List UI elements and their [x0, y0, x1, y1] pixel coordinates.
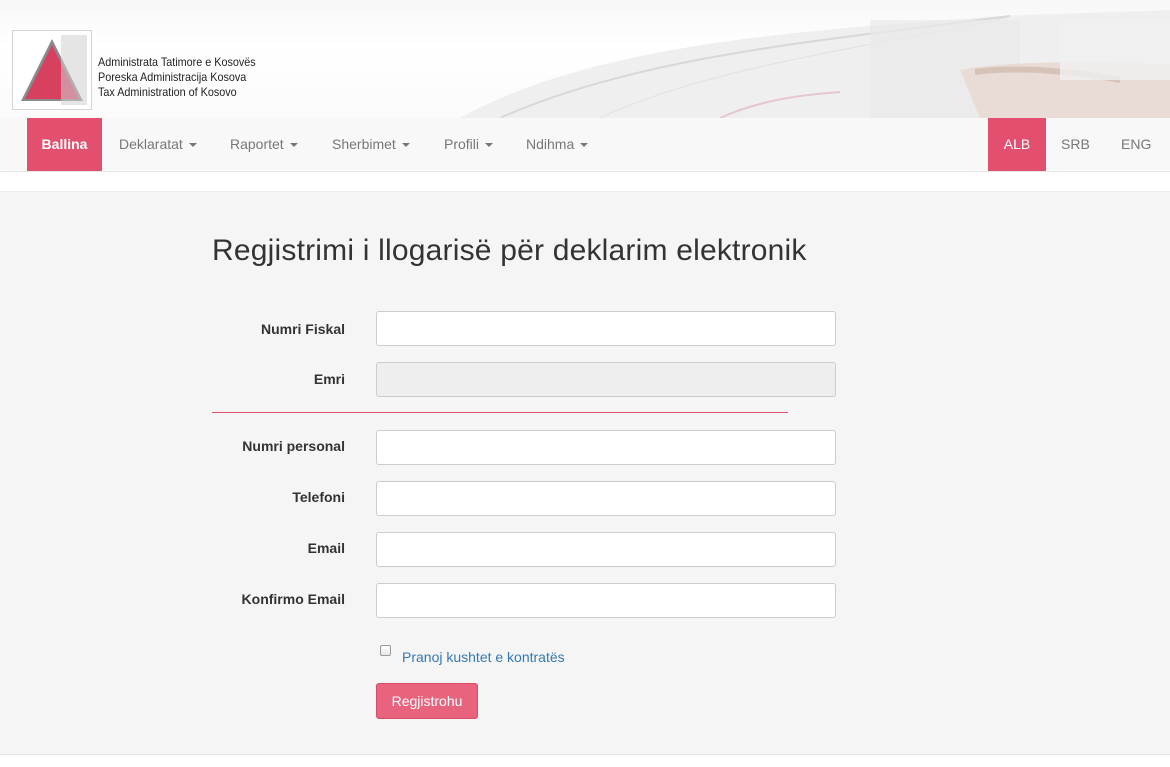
- caret-down-icon: [401, 143, 410, 148]
- terms-checkbox[interactable]: [380, 645, 391, 656]
- page-title: Regjistrimi i llogarisë për deklarim ele…: [212, 234, 807, 267]
- lang-srb-label: SRB: [1061, 136, 1090, 152]
- nav-ballina-label: Ballina: [41, 136, 88, 152]
- telefoni-input[interactable]: [376, 481, 836, 516]
- nav-deklaratat-label: Deklaratat: [119, 136, 183, 152]
- nav-profili-dropdown[interactable]: Profili: [444, 118, 494, 171]
- konfirmo-email-input[interactable]: [376, 583, 836, 618]
- nav-raportet-dropdown[interactable]: Raportet: [230, 118, 298, 171]
- caret-down-icon: [188, 143, 197, 148]
- org-name-albanian: Administrata Tatimore e Kosovës: [98, 55, 256, 69]
- caret-down-icon: [289, 143, 298, 148]
- emri-label: Emri: [313, 371, 345, 387]
- telefoni-label: Telefoni: [292, 489, 345, 505]
- organization-names: Administrata Tatimore e Kosovës Poreska …: [98, 55, 256, 100]
- lang-alb[interactable]: ALB: [988, 118, 1046, 171]
- form-divider: [212, 412, 788, 413]
- org-name-english: Tax Administration of Kosovo: [98, 85, 237, 99]
- nav-raportet-label: Raportet: [230, 136, 284, 152]
- terms-link[interactable]: Pranoj kushtet e kontratës: [402, 649, 565, 665]
- nav-ballina[interactable]: Ballina: [27, 118, 102, 171]
- main-navbar: Ballina Deklaratat Raportet Sherbimet Pr…: [0, 118, 1170, 172]
- numri-fiskal-label: Numri Fiskal: [260, 321, 345, 337]
- site-header: Administrata Tatimore e Kosovës Poreska …: [0, 0, 1170, 118]
- logo[interactable]: [12, 30, 92, 110]
- email-label: Email: [307, 540, 345, 556]
- nav-ndihma-dropdown[interactable]: Ndihma: [526, 118, 589, 171]
- email-input[interactable]: [376, 532, 836, 567]
- registration-panel: Regjistrimi i llogarisë për deklarim ele…: [0, 192, 1170, 755]
- register-button[interactable]: Regjistrohu: [376, 683, 478, 719]
- nav-ndihma-label: Ndihma: [526, 136, 575, 152]
- emri-input: [376, 362, 836, 397]
- nav-sherbimet-label: Sherbimet: [332, 136, 396, 152]
- nav-spacer: [0, 172, 1170, 192]
- nav-profili-label: Profili: [444, 136, 480, 152]
- nav-sherbimet-dropdown[interactable]: Sherbimet: [332, 118, 410, 171]
- numri-personal-input[interactable]: [376, 430, 836, 465]
- numri-personal-label: Numri personal: [242, 438, 345, 454]
- caret-down-icon: [485, 143, 494, 148]
- lang-eng-label: ENG: [1121, 136, 1152, 152]
- lang-eng[interactable]: ENG: [1121, 118, 1151, 171]
- konfirmo-email-label: Konfirmo Email: [241, 591, 345, 607]
- nav-deklaratat-dropdown[interactable]: Deklaratat: [119, 118, 197, 171]
- logo-triangle-icon: [13, 31, 91, 109]
- lang-srb[interactable]: SRB: [1061, 118, 1090, 171]
- org-name-serbian: Poreska Administracija Kosova: [98, 70, 247, 84]
- lang-alb-label: ALB: [1003, 136, 1031, 152]
- numri-fiskal-input[interactable]: [376, 311, 836, 346]
- caret-down-icon: [580, 143, 589, 148]
